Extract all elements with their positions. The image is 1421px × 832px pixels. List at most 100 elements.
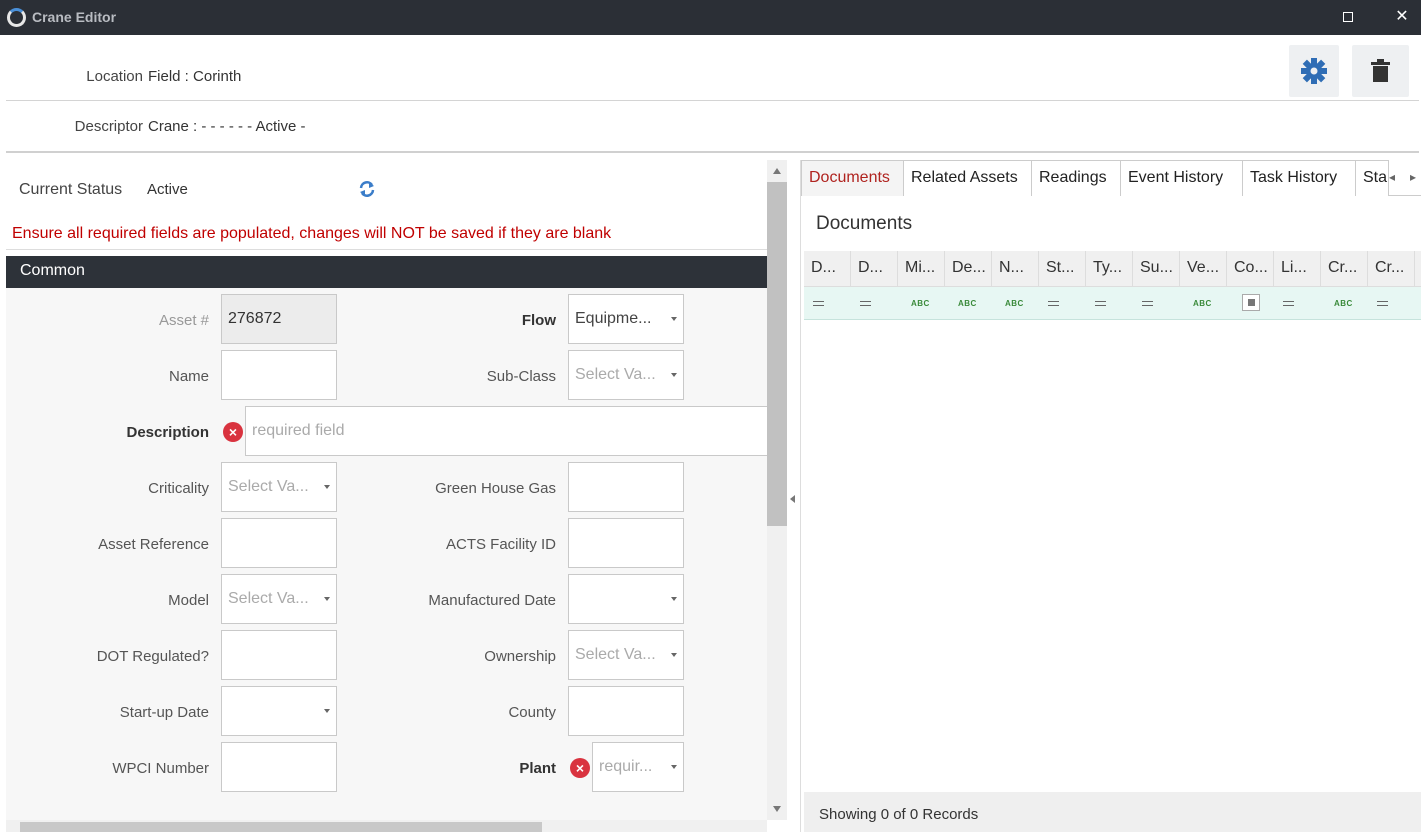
common-form: Asset # 276872 Flow Equipme... Name Sub-… [6, 288, 767, 832]
grid-filter-row: ABC ABC ABC ABC ABC [804, 287, 1421, 320]
plant-select[interactable]: requir... [592, 742, 684, 792]
form-horizontal-scrollbar[interactable] [6, 820, 767, 832]
ownership-select[interactable]: Select Va... [568, 630, 684, 680]
scroll-up-icon[interactable] [773, 168, 781, 174]
chevron-down-icon [324, 709, 330, 713]
grid-column-header[interactable]: Li... [1274, 251, 1321, 287]
flow-select[interactable]: Equipme... [568, 294, 684, 344]
grid-column-header[interactable]: Su... [1133, 251, 1180, 287]
equals-filter-icon[interactable] [1377, 301, 1388, 306]
grid-column-header[interactable]: St... [1039, 251, 1086, 287]
model-label: Model [168, 592, 209, 609]
chevron-down-icon [671, 317, 677, 321]
grid-column-header[interactable]: Cr... [1368, 251, 1415, 287]
required-fields-warning: Ensure all required fields are populated… [12, 225, 612, 242]
grid-column-header[interactable]: Mi... [898, 251, 945, 287]
refresh-icon[interactable] [357, 179, 377, 199]
flow-label: Flow [521, 312, 556, 329]
tab-task-history[interactable]: Task History [1242, 160, 1356, 196]
ownership-value: Select Va... [575, 646, 656, 663]
model-value: Select Va... [228, 590, 309, 607]
tab-related-assets[interactable]: Related Assets [903, 160, 1032, 196]
tab-scroll-right-icon[interactable]: ▸ [1410, 170, 1416, 184]
text-filter-icon[interactable]: ABC [1334, 299, 1353, 308]
maximize-button[interactable] [1337, 6, 1359, 28]
tab-readings[interactable]: Readings [1031, 160, 1121, 196]
form-vertical-scrollbar[interactable] [767, 160, 787, 820]
text-filter-icon[interactable]: ABC [1005, 299, 1024, 308]
tab-documents[interactable]: Documents [801, 160, 904, 196]
settings-button[interactable] [1289, 45, 1339, 97]
close-button[interactable]: ✕ [1391, 6, 1413, 28]
equals-filter-icon[interactable] [1142, 301, 1153, 306]
equals-filter-icon[interactable] [1283, 301, 1294, 306]
tab-scroll-left-icon[interactable]: ◂ [1389, 170, 1395, 184]
green-house-gas-field[interactable] [568, 462, 684, 512]
current-status-value: Active [147, 181, 188, 198]
grid-header: D... D... Mi... De... N... St... Ty... Su... Ve.… [804, 251, 1421, 287]
model-select[interactable]: Select Va... [221, 574, 337, 624]
ownership-label: Ownership [484, 648, 556, 665]
tab-status[interactable]: Sta [1355, 160, 1389, 196]
grid-column-header[interactable]: Ve... [1180, 251, 1227, 287]
error-icon: × [223, 422, 243, 442]
checkbox-filter[interactable] [1242, 294, 1260, 311]
grid-column-header[interactable]: De... [945, 251, 992, 287]
descriptor-row: Descriptor Crane : - - - - - - Active - [6, 101, 1419, 153]
equals-filter-icon[interactable] [813, 301, 824, 306]
text-filter-icon[interactable]: ABC [958, 299, 977, 308]
criticality-select[interactable]: Select Va... [221, 462, 337, 512]
grid-column-header[interactable]: D... [804, 251, 851, 287]
asset-form-pane: Current Status Active Ensure all require… [6, 160, 767, 832]
plant-placeholder: requir... [599, 758, 653, 775]
green-house-gas-label: Green House Gas [435, 480, 556, 497]
grid-column-header[interactable]: Ty... [1086, 251, 1133, 287]
county-field[interactable] [568, 686, 684, 736]
scroll-thumb[interactable] [767, 182, 787, 526]
section-header-common: Common [6, 256, 767, 288]
error-icon: × [570, 758, 590, 778]
delete-button[interactable] [1352, 45, 1409, 97]
name-label: Name [168, 368, 209, 385]
pane-splitter[interactable] [787, 160, 801, 832]
asset-reference-field[interactable] [221, 518, 337, 568]
grid-column-header[interactable]: Cr... [1321, 251, 1368, 287]
acts-facility-id-field[interactable] [568, 518, 684, 568]
text-filter-icon[interactable]: ABC [1193, 299, 1212, 308]
wpci-number-field[interactable] [221, 742, 337, 792]
equals-filter-icon[interactable] [1048, 301, 1059, 306]
asset-number-field[interactable]: 276872 [221, 294, 337, 344]
grid-column-header[interactable]: Co... [1227, 251, 1274, 287]
name-field[interactable] [221, 350, 337, 400]
tab-event-history[interactable]: Event History [1120, 160, 1243, 196]
grid-column-header[interactable]: D... [851, 251, 898, 287]
startup-date-picker[interactable] [221, 686, 337, 736]
chevron-down-icon [671, 373, 677, 377]
app-logo-icon [7, 8, 26, 27]
chevron-down-icon [324, 597, 330, 601]
plant-label: Plant [519, 760, 556, 777]
subclass-select[interactable]: Select Va... [568, 350, 684, 400]
scroll-thumb[interactable] [20, 822, 542, 832]
scroll-down-icon[interactable] [773, 806, 781, 812]
chevron-down-icon [324, 485, 330, 489]
chevron-down-icon [671, 653, 677, 657]
grid-column-header[interactable]: N... [992, 251, 1039, 287]
manufactured-date-picker[interactable] [568, 574, 684, 624]
criticality-label: Criticality [148, 480, 209, 497]
documents-grid: D... D... Mi... De... N... St... Ty... Su... Ve.… [804, 251, 1421, 320]
wpci-number-label: WPCI Number [112, 760, 209, 777]
window-title: Crane Editor [32, 9, 117, 25]
dot-regulated-field[interactable] [221, 630, 337, 680]
description-field[interactable]: required field [245, 406, 767, 456]
chevron-down-icon [671, 765, 677, 769]
collapse-left-icon[interactable] [790, 495, 795, 503]
equals-filter-icon[interactable] [1095, 301, 1106, 306]
tab-strip: Documents Related Assets Readings Event … [801, 160, 1421, 196]
flow-value: Equipme... [575, 310, 652, 327]
chevron-down-icon [671, 597, 677, 601]
text-filter-icon[interactable]: ABC [911, 299, 930, 308]
location-row: Location Field : Corinth [6, 35, 1419, 101]
asset-reference-label: Asset Reference [98, 536, 209, 553]
equals-filter-icon[interactable] [860, 301, 871, 306]
